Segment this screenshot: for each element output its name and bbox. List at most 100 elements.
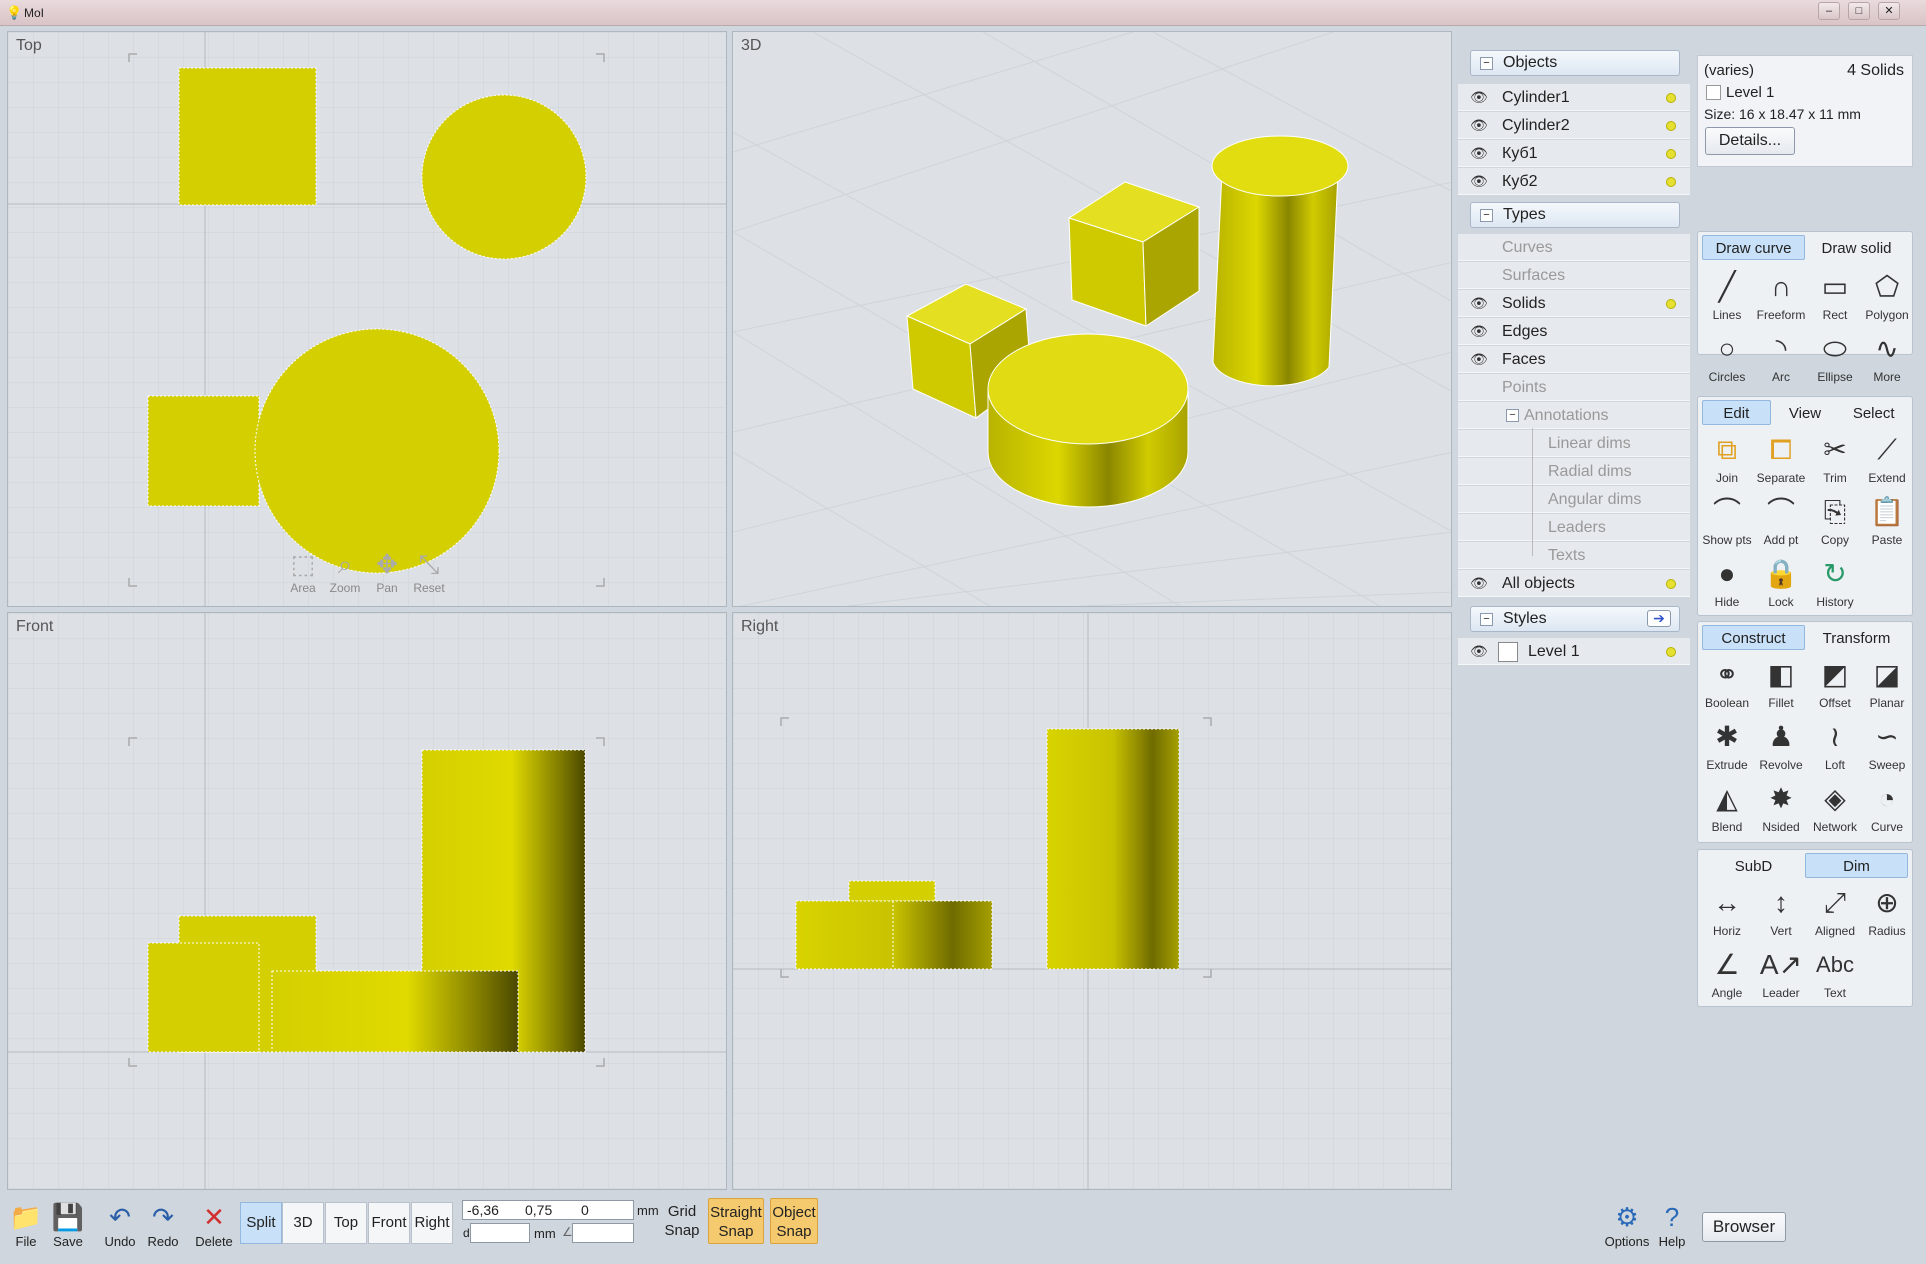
eye-icon[interactable]: 👁 <box>1470 140 1488 167</box>
view-front-button[interactable]: Front <box>368 1202 410 1244</box>
type-row-angular-dims[interactable]: Angular dims <box>1458 486 1690 513</box>
tab-edit[interactable]: Edit <box>1702 400 1771 425</box>
planar-tool[interactable]: ◪ Planar <box>1860 654 1914 716</box>
eye-icon[interactable]: 👁 <box>1470 346 1488 373</box>
collapse-icon[interactable]: − <box>1480 613 1493 626</box>
fillet-tool[interactable]: ◧ Fillet <box>1754 654 1808 716</box>
eye-icon[interactable]: 👁 <box>1470 318 1488 345</box>
level-swatch[interactable] <box>1706 85 1721 100</box>
style-edit-arrow-icon[interactable]: ➔ <box>1647 610 1671 627</box>
grid-snap-toggle[interactable]: Grid Snap <box>660 1198 704 1244</box>
help-button[interactable]: ? Help <box>1652 1200 1692 1258</box>
trim-tool[interactable]: ✂ Trim <box>1808 429 1862 491</box>
all-objects-row[interactable]: 👁 All objects <box>1458 570 1690 597</box>
type-row-faces[interactable]: 👁 Faces <box>1458 346 1690 373</box>
revolve-tool[interactable]: ♟ Revolve <box>1754 716 1808 778</box>
view-split-button[interactable]: Split <box>240 1202 282 1244</box>
zoom-tool[interactable]: ⌕ Zoom <box>325 547 365 595</box>
collapse-icon[interactable]: − <box>1480 209 1493 222</box>
type-row-texts[interactable]: Texts <box>1458 542 1690 569</box>
show-pts-tool[interactable]: ⌒ Show pts <box>1700 491 1754 553</box>
text-tool[interactable]: Abc Text <box>1808 944 1862 1006</box>
radius-dim-tool[interactable]: ⊕ Radius <box>1860 882 1914 944</box>
nsided-tool[interactable]: ✸ Nsided <box>1754 778 1808 840</box>
eye-icon[interactable]: 👁 <box>1470 570 1488 597</box>
viewport-right[interactable]: Right <box>732 612 1452 1190</box>
style-swatch[interactable] <box>1498 642 1518 662</box>
eye-icon[interactable]: 👁 <box>1470 112 1488 139</box>
polygon-tool[interactable]: ⬠ Polygon <box>1860 266 1914 328</box>
join-tool[interactable]: ⧉ Join <box>1700 429 1754 491</box>
type-row-annotations[interactable]: − Annotations <box>1458 402 1690 429</box>
styles-header[interactable]: − Styles ➔ <box>1470 606 1680 632</box>
collapse-icon[interactable]: − <box>1506 409 1519 422</box>
type-row-points[interactable]: Points <box>1458 374 1690 401</box>
viewport-3d[interactable]: 3D <box>732 31 1452 607</box>
straight-snap-toggle[interactable]: Straight Snap <box>708 1198 764 1244</box>
tab-draw-solid[interactable]: Draw solid <box>1805 235 1908 260</box>
lock-tool[interactable]: 🔒 Lock <box>1754 553 1808 615</box>
type-row-surfaces[interactable]: Surfaces <box>1458 262 1690 289</box>
object-row-cylinder2[interactable]: 👁 Cylinder2 <box>1458 112 1690 139</box>
objects-header[interactable]: − Objects <box>1470 50 1680 76</box>
viewport-front[interactable]: Front <box>7 612 727 1190</box>
tab-subd[interactable]: SubD <box>1702 853 1805 878</box>
boolean-tool[interactable]: ⚭ Boolean <box>1700 654 1754 716</box>
eye-icon[interactable]: 👁 <box>1470 290 1488 317</box>
eye-icon[interactable]: 👁 <box>1470 84 1488 111</box>
eye-icon[interactable]: 👁 <box>1470 168 1488 195</box>
angle-input[interactable] <box>572 1223 634 1243</box>
more-tool[interactable]: ∿ More <box>1860 328 1914 390</box>
minimize-button[interactable]: – <box>1818 2 1840 20</box>
coordinate-input[interactable]: -6,36 0,75 0 <box>462 1200 634 1220</box>
style-row-level1[interactable]: 👁 Level 1 <box>1458 638 1690 665</box>
collapse-icon[interactable]: − <box>1480 57 1493 70</box>
add-pt-tool[interactable]: ⌒ Add pt <box>1754 491 1808 553</box>
extrude-tool[interactable]: ✱ Extrude <box>1700 716 1754 778</box>
object-row-cube1[interactable]: 👁 Куб1 <box>1458 140 1690 167</box>
file-button[interactable]: 📁 File <box>6 1200 46 1258</box>
type-row-curves[interactable]: Curves <box>1458 234 1690 261</box>
distance-input[interactable] <box>470 1223 530 1243</box>
types-header[interactable]: − Types <box>1470 202 1680 228</box>
leader-tool[interactable]: A↗ Leader <box>1754 944 1808 1006</box>
aligned-dim-tool[interactable]: ⤢ Aligned <box>1808 882 1862 944</box>
undo-button[interactable]: ↶ Undo <box>100 1200 140 1258</box>
hide-tool[interactable]: ● Hide <box>1700 553 1754 615</box>
browser-button[interactable]: Browser <box>1702 1212 1786 1242</box>
object-snap-toggle[interactable]: Object Snap <box>770 1198 818 1244</box>
pan-tool[interactable]: ✥ Pan <box>367 547 407 595</box>
history-tool[interactable]: ↻ History <box>1808 553 1862 615</box>
object-row-cube2[interactable]: 👁 Куб2 <box>1458 168 1690 195</box>
vert-dim-tool[interactable]: ↕ Vert <box>1754 882 1808 944</box>
view-right-button[interactable]: Right <box>411 1202 453 1244</box>
eye-icon[interactable]: 👁 <box>1470 638 1488 665</box>
reset-tool[interactable]: ⤡ Reset <box>409 547 449 595</box>
options-button[interactable]: ⚙ Options <box>1604 1200 1650 1258</box>
tab-transform[interactable]: Transform <box>1805 625 1908 650</box>
viewport-top[interactable]: Top ⬚ Area ⌕ Zoom ✥ Pan ⤡ Reset <box>7 31 727 607</box>
paste-tool[interactable]: 📋 Paste <box>1860 491 1914 553</box>
maximize-button[interactable]: □ <box>1848 2 1870 20</box>
tab-select[interactable]: Select <box>1839 400 1908 425</box>
arc-tool[interactable]: ◝ Arc <box>1754 328 1808 390</box>
network-tool[interactable]: ◈ Network <box>1808 778 1862 840</box>
sweep-tool[interactable]: ∽ Sweep <box>1860 716 1914 778</box>
details-button[interactable]: Details... <box>1705 127 1795 155</box>
properties-level[interactable]: Level 1 <box>1726 84 1774 101</box>
delete-button[interactable]: ✕ Delete <box>194 1200 234 1258</box>
tab-draw-curve[interactable]: Draw curve <box>1702 235 1805 260</box>
angle-dim-tool[interactable]: ∠ Angle <box>1700 944 1754 1006</box>
lines-tool[interactable]: ╱ Lines <box>1700 266 1754 328</box>
circles-tool[interactable]: ○ Circles <box>1700 328 1754 390</box>
tab-dim[interactable]: Dim <box>1805 853 1908 878</box>
offset-tool[interactable]: ◩ Offset <box>1808 654 1862 716</box>
tab-view[interactable]: View <box>1771 400 1840 425</box>
view-top-button[interactable]: Top <box>325 1202 367 1244</box>
curve-tool[interactable]: ◔ Curve <box>1860 778 1914 840</box>
ellipse-tool[interactable]: ⬭ Ellipse <box>1808 328 1862 390</box>
type-row-edges[interactable]: 👁 Edges <box>1458 318 1690 345</box>
redo-button[interactable]: ↷ Redo <box>143 1200 183 1258</box>
copy-tool[interactable]: ⎘ Copy <box>1808 491 1862 553</box>
blend-tool[interactable]: ◭ Blend <box>1700 778 1754 840</box>
